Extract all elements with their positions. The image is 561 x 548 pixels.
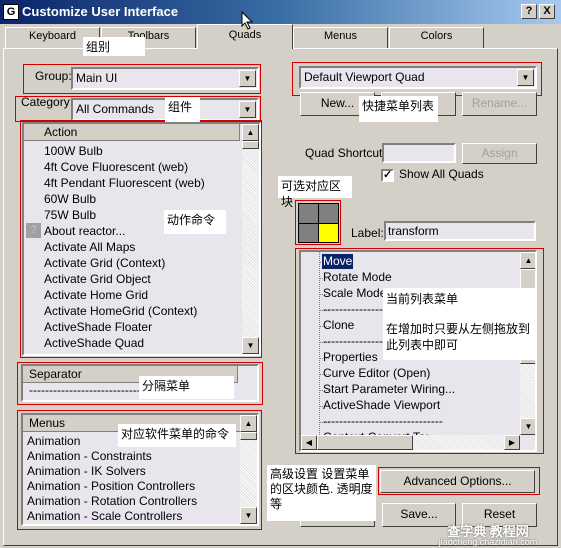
list-item[interactable]: Activate Grid Object <box>44 272 151 287</box>
shortcut-input[interactable] <box>382 143 456 163</box>
scroll-up-icon[interactable]: ▲ <box>520 252 535 269</box>
list-item[interactable]: Scale Mode <box>322 286 387 301</box>
tree-line <box>319 252 320 435</box>
list-item[interactable]: 4ft Cove Fluorescent (web) <box>44 160 188 175</box>
annotation-quad-list: 快捷菜单列表 <box>359 96 438 122</box>
scroll-down-icon[interactable]: ▼ <box>520 418 535 435</box>
scroll-thumb[interactable] <box>317 435 413 450</box>
list-item[interactable]: 60W Bulb <box>44 192 96 207</box>
scroll-thumb[interactable] <box>242 141 259 149</box>
list-item[interactable]: 4ft Pendant Fluorescent (web) <box>44 176 205 191</box>
show-all-quads-label: Show All Quads <box>399 167 484 181</box>
list-item[interactable]: Animation <box>27 434 80 449</box>
show-all-quads-checkbox[interactable]: ✓ <box>381 169 394 182</box>
list-item[interactable]: Rotate Mode <box>322 270 393 285</box>
annotation-current-list: 当前列表菜单 在增加时只要从左侧拖放到此列表中即可 <box>383 288 535 360</box>
quad-top-left[interactable] <box>299 204 318 223</box>
list-item[interactable]: Curve Editor (Open) <box>322 366 431 381</box>
group-label: Group: <box>35 69 72 83</box>
annotation-current-list-body: 在增加时只要从左侧拖放到此列表中即可 <box>386 322 531 352</box>
label-label: Label: <box>351 226 384 240</box>
annotation-group: 组别 <box>83 37 145 56</box>
chevron-down-icon[interactable]: ▼ <box>239 101 256 118</box>
quad-dropdown[interactable]: Default Viewport Quad ▼ <box>299 66 537 89</box>
list-item[interactable]: Start Parameter Wiring... <box>322 382 456 397</box>
list-item[interactable]: Animation - Scale Controllers <box>27 509 182 524</box>
annotation-current-list-title: 当前列表菜单 <box>386 292 459 306</box>
annotation-category: 组件 <box>165 97 200 122</box>
list-item[interactable]: Animation - Rotation Controllers <box>27 494 197 509</box>
scroll-down-icon[interactable]: ▼ <box>242 337 259 354</box>
title-bar: Customize User Interface <box>0 0 561 24</box>
quad-bottom-left[interactable] <box>299 224 318 242</box>
list-item[interactable]: Move <box>320 253 355 270</box>
menus-scrollbar[interactable]: ▲ ▼ <box>240 415 257 524</box>
list-item[interactable]: Animation - Constraints <box>27 449 152 464</box>
list-item[interactable]: 100W Bulb <box>44 144 103 159</box>
category-value: All Commands <box>76 102 155 116</box>
scroll-right-icon[interactable]: ▶ <box>504 435 520 450</box>
window-title: Customize User Interface <box>22 4 179 19</box>
actions-scrollbar[interactable]: ▲ ▼ <box>242 124 259 354</box>
category-label: Category: <box>21 95 74 109</box>
list-item[interactable]: Animation - IK Solvers <box>27 464 146 479</box>
tab-colors[interactable]: Colors <box>389 27 484 48</box>
list-item[interactable]: ActiveShade Viewport <box>322 398 441 413</box>
close-button[interactable]: X <box>539 4 555 19</box>
list-item[interactable]: Clone <box>322 318 355 333</box>
list-item[interactable]: Activate HomeGrid (Context) <box>44 304 197 319</box>
list-item[interactable]: Activate Grid (Context) <box>44 256 165 271</box>
help-icon: ? <box>26 223 41 238</box>
annotation-actions: 动作命令 <box>164 210 226 234</box>
quad-top-right[interactable] <box>319 204 338 223</box>
group-value: Main UI <box>76 71 118 85</box>
scroll-up-icon[interactable]: ▲ <box>240 415 257 432</box>
separator-item[interactable]: ------------------------------ <box>29 383 149 398</box>
list-item[interactable]: Activate All Maps <box>44 240 135 255</box>
list-item[interactable]: Activate Home Grid <box>44 288 148 303</box>
actions-header[interactable]: Action <box>24 124 240 141</box>
chevron-down-icon[interactable]: ▼ <box>517 69 534 86</box>
watermark-url: jiaocheng.chazidian.com <box>438 537 538 547</box>
list-item[interactable]: 75W Bulb <box>44 208 96 223</box>
advanced-options-button[interactable]: Advanced Options... <box>380 470 535 493</box>
annotation-quad-block: 可选对应区块 <box>278 176 352 209</box>
chevron-down-icon[interactable]: ▼ <box>239 70 256 87</box>
assign-button[interactable]: Assign <box>462 143 537 164</box>
group-dropdown[interactable]: Main UI ▼ <box>71 67 259 90</box>
scroll-thumb[interactable] <box>240 432 257 440</box>
actions-list[interactable]: Action 100W Bulb 4ft Cove Fluorescent (we… <box>22 122 261 356</box>
list-item[interactable]: ActiveShade Quad <box>44 336 144 351</box>
list-item[interactable]: ------------------------------ <box>322 414 444 429</box>
list-item[interactable]: Properties <box>322 350 379 365</box>
rename-button[interactable]: Rename... <box>462 92 537 116</box>
list-item[interactable]: ActiveShade Floater <box>44 320 152 335</box>
watermark-text: 查字典 教程网 <box>447 524 529 539</box>
annotation-separator: 分隔菜单 <box>139 376 234 399</box>
list-item[interactable]: About reactor... <box>44 224 125 239</box>
mouse-cursor-icon <box>241 11 254 30</box>
scroll-down-icon[interactable]: ▼ <box>240 507 257 524</box>
scroll-left-icon[interactable]: ◀ <box>301 435 317 450</box>
save-button[interactable]: Save... <box>382 503 456 527</box>
label-input[interactable]: transform <box>384 221 536 241</box>
shortcut-label: Quad Shortcut: <box>305 146 386 160</box>
annotation-menus: 对应软件菜单的命令 <box>118 424 236 447</box>
quad-items-hscrollbar[interactable]: ◀ ▶ <box>301 435 520 450</box>
app-icon: G <box>3 4 19 20</box>
watermark-logo: 查字典 教程网 jiaocheng.chazidian.com <box>428 524 548 547</box>
help-button[interactable]: ? <box>521 4 537 19</box>
quad-bottom-right[interactable] <box>319 224 338 242</box>
annotation-advanced: 高级设置 设置菜单的区块颜色. 透明度等 <box>267 465 376 521</box>
quad-value: Default Viewport Quad <box>304 70 425 84</box>
scroll-up-icon[interactable]: ▲ <box>242 124 259 141</box>
quad-selector[interactable] <box>298 203 339 243</box>
list-item[interactable]: Animation - Position Controllers <box>27 479 195 494</box>
tab-menus[interactable]: Menus <box>293 27 388 48</box>
